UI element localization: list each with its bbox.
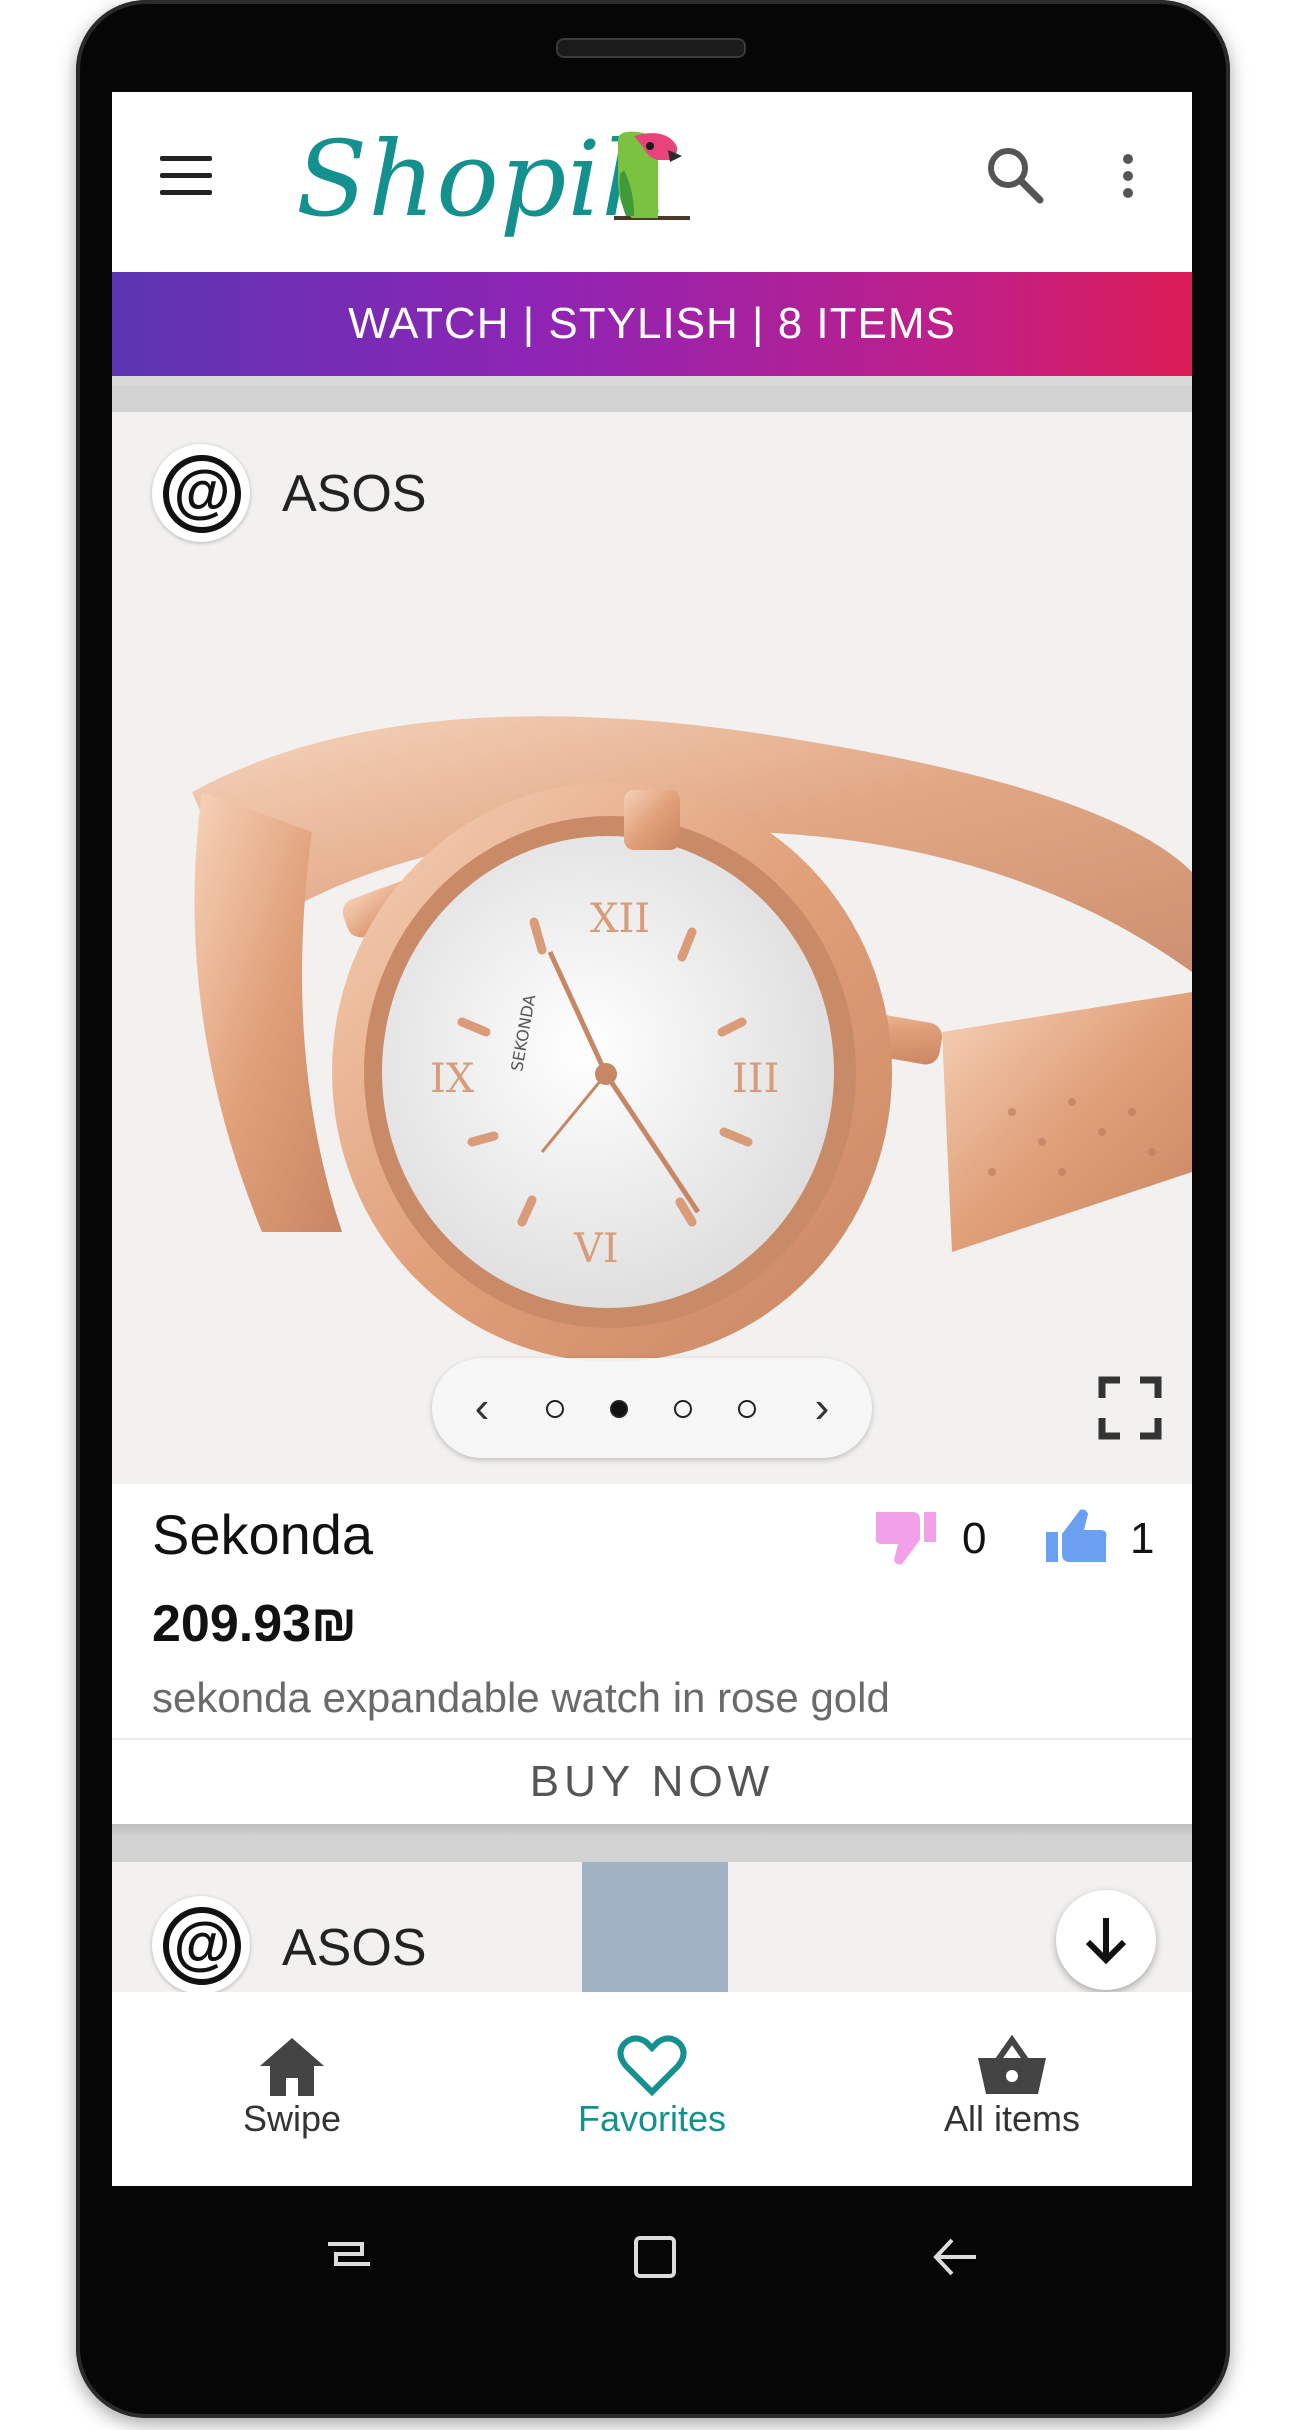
basket-icon <box>978 2034 1046 2094</box>
store-name[interactable]: ASOS <box>282 1918 427 1978</box>
carousel-prev-button[interactable]: ‹ <box>462 1384 502 1432</box>
svg-text:VI: VI <box>573 1226 619 1272</box>
card-separator <box>112 386 1192 412</box>
product-card[interactable]: XII III VI IX SEKONDA @ ASOS ‹ › Sekonda… <box>112 412 1192 1824</box>
product-price: 209.93₪ <box>152 1595 358 1653</box>
carousel-dot[interactable] <box>546 1400 564 1418</box>
thumbs-up-icon[interactable] <box>1044 1506 1110 1568</box>
store-name[interactable]: ASOS <box>282 464 427 524</box>
app-bar: Shopik <box>112 92 1192 264</box>
home-icon <box>260 2038 324 2096</box>
card-separator <box>112 1836 1192 1862</box>
carousel-dot[interactable] <box>674 1400 692 1418</box>
svg-text:III: III <box>732 1056 779 1102</box>
product-card[interactable]: @ ASOS <box>112 1862 1192 1992</box>
asos-logo-glyph: @ <box>163 1907 241 1985</box>
card-shadow <box>112 1824 1192 1836</box>
carousel-dot[interactable] <box>738 1400 756 1418</box>
tab-label: Swipe <box>242 2098 342 2139</box>
fullscreen-icon[interactable] <box>1098 1376 1162 1440</box>
tab-swipe[interactable]: Swipe <box>112 1992 472 2186</box>
product-title: Sekonda <box>152 1503 374 1566</box>
product-description: sekonda expandable watch in rose gold <box>152 1674 890 1721</box>
product-image[interactable]: XII III VI IX SEKONDA @ ASOS ‹ › <box>112 412 1192 1484</box>
store-logo[interactable]: @ <box>152 1896 250 1992</box>
category-banner: WATCH | STYLISH | 8 ITEMS <box>112 272 1192 376</box>
dislike-count: 0 <box>962 1514 987 1563</box>
carousel-next-button[interactable]: › <box>802 1384 842 1432</box>
parrot-logo-icon <box>614 131 690 220</box>
system-navigation-bar <box>112 2186 1192 2326</box>
tab-favorites[interactable]: Favorites <box>472 1992 832 2186</box>
tab-label: All items <box>943 2098 1081 2139</box>
store-logo[interactable]: @ <box>152 444 250 542</box>
svg-text:IX: IX <box>430 1056 475 1102</box>
tab-all-items[interactable]: All items <box>832 1992 1192 2186</box>
product-image-partial <box>582 1862 728 1992</box>
image-carousel-controls: ‹ › <box>432 1358 872 1458</box>
asos-logo-glyph: @ <box>163 455 241 533</box>
bottom-navigation: Swipe Favorites All items <box>112 1992 1192 2186</box>
thumbs-down-icon[interactable] <box>872 1506 938 1568</box>
scroll-down-button[interactable] <box>1056 1890 1156 1990</box>
tab-label: Favorites <box>577 2098 727 2139</box>
watch-photo: XII III VI IX SEKONDA <box>192 716 1192 1362</box>
more-options-icon[interactable] <box>1122 154 1134 202</box>
back-icon[interactable] <box>928 2230 982 2284</box>
home-button-icon[interactable] <box>628 2230 682 2284</box>
hamburger-menu-icon[interactable] <box>160 156 212 196</box>
arrow-down-icon <box>1085 1918 1127 1965</box>
svg-text:XII: XII <box>590 896 650 942</box>
phone-speaker <box>556 38 746 58</box>
carousel-dot-active[interactable] <box>610 1400 628 1418</box>
product-info: Sekonda 0 1 209.93₪ sekonda expandable w… <box>112 1484 1192 1824</box>
divider <box>112 376 1192 386</box>
heart-icon <box>617 2035 687 2097</box>
buy-now-button[interactable]: BUY NOW <box>112 1740 1192 1824</box>
app-screen: Shopik WATCH | STYLISH | 8 ITEMS XII III… <box>112 92 1192 2186</box>
recent-apps-icon[interactable] <box>322 2230 376 2284</box>
search-icon[interactable] <box>984 144 1046 206</box>
like-count: 1 <box>1130 1514 1155 1563</box>
